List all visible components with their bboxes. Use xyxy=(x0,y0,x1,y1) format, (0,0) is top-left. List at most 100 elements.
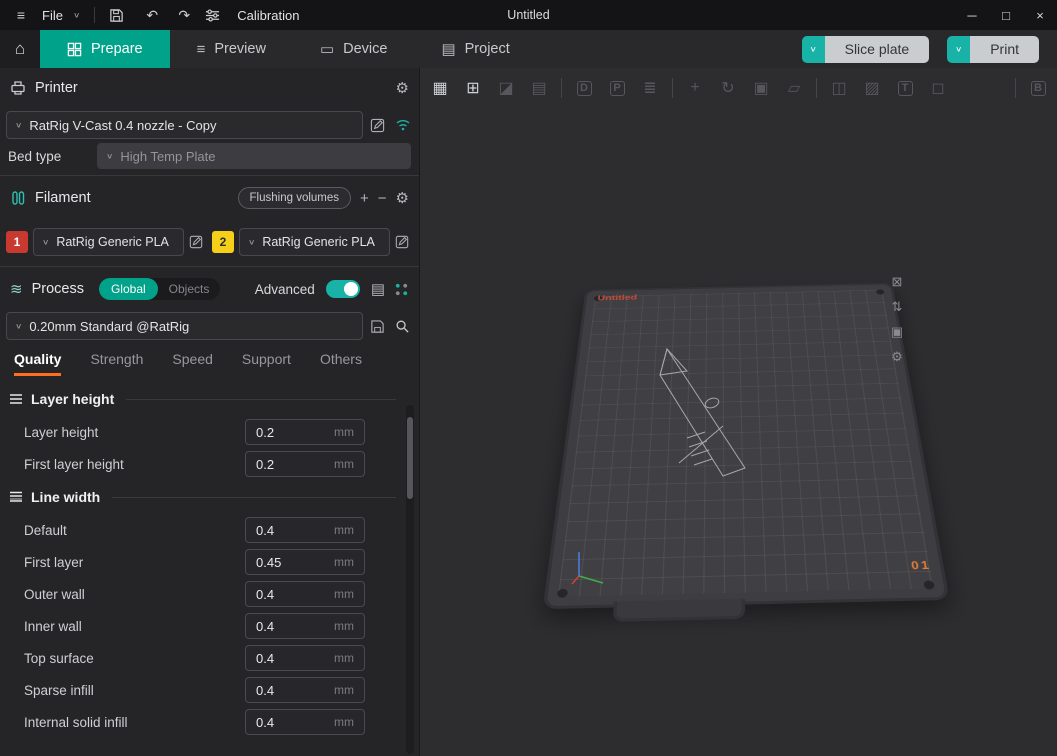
object-list-icon[interactable]: ≣ xyxy=(639,77,661,99)
unit-label: mm xyxy=(334,683,354,697)
unit-label: mm xyxy=(334,457,354,471)
lay-flat-icon[interactable]: ▱ xyxy=(783,77,805,99)
filament-1-color-chip[interactable]: 1 xyxy=(6,231,28,253)
plate-arrange-icon[interactable]: ⇅ xyxy=(889,299,905,315)
unit-label: mm xyxy=(334,587,354,601)
scene-3d[interactable]: Untitled 01 ⊠ ⇅ ▣ ⚙ xyxy=(421,108,1057,756)
scale-icon[interactable]: ▣ xyxy=(750,77,772,99)
tab-speed[interactable]: Speed xyxy=(172,351,212,376)
advanced-toggle[interactable] xyxy=(326,280,360,298)
setting-input-box: mm xyxy=(245,645,365,671)
setting-input-box: mm xyxy=(245,419,365,445)
import-preset-icon[interactable]: P xyxy=(606,77,628,99)
minimize-button[interactable]: ─ xyxy=(955,0,989,30)
home-button[interactable]: ⌂ xyxy=(0,30,40,68)
divider xyxy=(0,175,419,176)
bed-type-select[interactable]: ∨ High Temp Plate xyxy=(97,143,411,169)
slice-plate-label[interactable]: Slice plate xyxy=(825,36,930,63)
process-preset-row: ∨ 0.20mm Standard @RatRig xyxy=(0,309,419,340)
layer-height-input[interactable] xyxy=(256,425,334,440)
variable-layer-height-icon[interactable]: ▤ xyxy=(528,77,550,99)
maximize-button[interactable]: □ xyxy=(989,0,1023,30)
titlebar: ≡ File ∨ ↶ ↷ Calibration Untitled ─ □ × xyxy=(0,0,1057,30)
tab-device[interactable]: ▭ Device xyxy=(293,30,415,68)
filament-2-color-chip[interactable]: 2 xyxy=(212,231,234,253)
auto-orient-icon[interactable]: ◪ xyxy=(495,77,517,99)
tab-project[interactable]: ▤ Project xyxy=(414,30,536,68)
menu-icon[interactable]: ≡ xyxy=(10,7,32,23)
save-preset-icon[interactable] xyxy=(370,319,388,334)
first-layer-height-input[interactable] xyxy=(256,457,334,472)
tab-support[interactable]: Support xyxy=(242,351,291,376)
add-plate-icon[interactable]: ▦ xyxy=(429,77,451,99)
save-icon[interactable] xyxy=(109,8,131,23)
divider xyxy=(0,266,419,267)
printer-preset-select[interactable]: ∨ RatRig V-Cast 0.4 nozzle - Copy xyxy=(6,111,363,139)
edit-filament-2-icon[interactable] xyxy=(395,235,413,249)
project-icon: ▤ xyxy=(441,40,455,58)
compare-presets-icon[interactable] xyxy=(394,282,409,297)
file-menu[interactable]: File xyxy=(42,8,63,23)
first-layer-line-width-input[interactable] xyxy=(256,555,334,570)
inner-wall-line-width-input[interactable] xyxy=(256,619,334,634)
flushing-volumes-button[interactable]: Flushing volumes xyxy=(238,187,351,209)
file-menu-chevron-icon[interactable]: ∨ xyxy=(73,11,80,19)
tab-quality[interactable]: Quality xyxy=(14,351,61,376)
plate-settings-icon[interactable]: ⚙ xyxy=(889,349,905,365)
tab-others[interactable]: Others xyxy=(320,351,362,376)
filament-2-select[interactable]: ∨ RatRig Generic PLA xyxy=(239,228,390,256)
scope-objects[interactable]: Objects xyxy=(158,282,221,296)
close-button[interactable]: × xyxy=(1023,0,1057,30)
setting-row: Default mm xyxy=(0,514,419,546)
sparse-infill-line-width-input[interactable] xyxy=(256,683,334,698)
arrange-all-icon[interactable]: ⊞ xyxy=(462,77,484,99)
process-section-title: Process xyxy=(32,281,84,297)
assembly-view-icon[interactable]: B xyxy=(1027,77,1049,99)
plate-lock-icon[interactable]: ▣ xyxy=(889,324,905,340)
unit-label: mm xyxy=(334,523,354,537)
tab-preview[interactable]: ≡ Preview xyxy=(170,30,293,68)
add-filament-icon[interactable]: + xyxy=(360,190,369,207)
scope-global[interactable]: Global xyxy=(99,278,158,300)
print-options-chevron-icon[interactable]: ∨ xyxy=(947,36,970,63)
setting-label: First layer xyxy=(24,555,245,570)
top-surface-line-width-input[interactable] xyxy=(256,651,334,666)
print-button[interactable]: ∨ Print xyxy=(947,36,1039,63)
internal-solid-infill-line-width-input[interactable] xyxy=(256,715,334,730)
calibration-menu[interactable]: Calibration xyxy=(237,8,299,23)
slice-options-chevron-icon[interactable]: ∨ xyxy=(802,36,825,63)
text-tool-icon[interactable]: T xyxy=(894,77,916,99)
search-settings-icon[interactable] xyxy=(395,319,413,334)
remove-filament-icon[interactable]: − xyxy=(378,190,387,207)
filament-1-select[interactable]: ∨ RatRig Generic PLA xyxy=(33,228,184,256)
outer-wall-line-width-input[interactable] xyxy=(256,587,334,602)
redo-icon[interactable]: ↷ xyxy=(173,7,195,24)
undo-icon[interactable]: ↶ xyxy=(141,7,163,24)
setting-input-box: mm xyxy=(245,677,365,703)
edit-printer-icon[interactable] xyxy=(370,118,388,133)
split-objects-icon[interactable]: ◫ xyxy=(828,77,850,99)
tab-strength[interactable]: Strength xyxy=(90,351,143,376)
filament-row: 1 ∨ RatRig Generic PLA 2 ∨ RatRig Generi… xyxy=(0,218,419,260)
process-scope-toggle[interactable]: Global Objects xyxy=(99,278,220,300)
seam-painting-icon[interactable]: ▨ xyxy=(861,77,883,99)
tab-prepare[interactable]: Prepare xyxy=(40,30,170,68)
print-label[interactable]: Print xyxy=(970,36,1039,63)
filament-settings-gear-icon[interactable]: ⚙ xyxy=(396,189,409,207)
toolbar-separator xyxy=(561,78,562,98)
printer-settings-gear-icon[interactable]: ⚙ xyxy=(396,79,409,97)
slice-plate-button[interactable]: ∨ Slice plate xyxy=(802,36,930,63)
plate-delete-icon[interactable]: ⊠ xyxy=(889,274,905,290)
scrollbar-thumb[interactable] xyxy=(407,417,413,499)
process-preset-select[interactable]: ∨ 0.20mm Standard @RatRig xyxy=(6,312,363,340)
primitive-cube-icon[interactable]: ◻ xyxy=(927,77,949,99)
settings-scrollbar[interactable] xyxy=(406,405,414,754)
default-line-width-input[interactable] xyxy=(256,523,334,538)
settings-list-icon[interactable]: ▤ xyxy=(371,280,385,298)
rotate-icon[interactable]: ↻ xyxy=(717,77,739,99)
move-icon[interactable]: + xyxy=(684,77,706,99)
import-stl-icon[interactable]: D xyxy=(573,77,595,99)
edit-filament-1-icon[interactable] xyxy=(189,235,207,249)
printer-connection-wifi-icon[interactable] xyxy=(395,118,413,132)
setting-label: Inner wall xyxy=(24,619,245,634)
